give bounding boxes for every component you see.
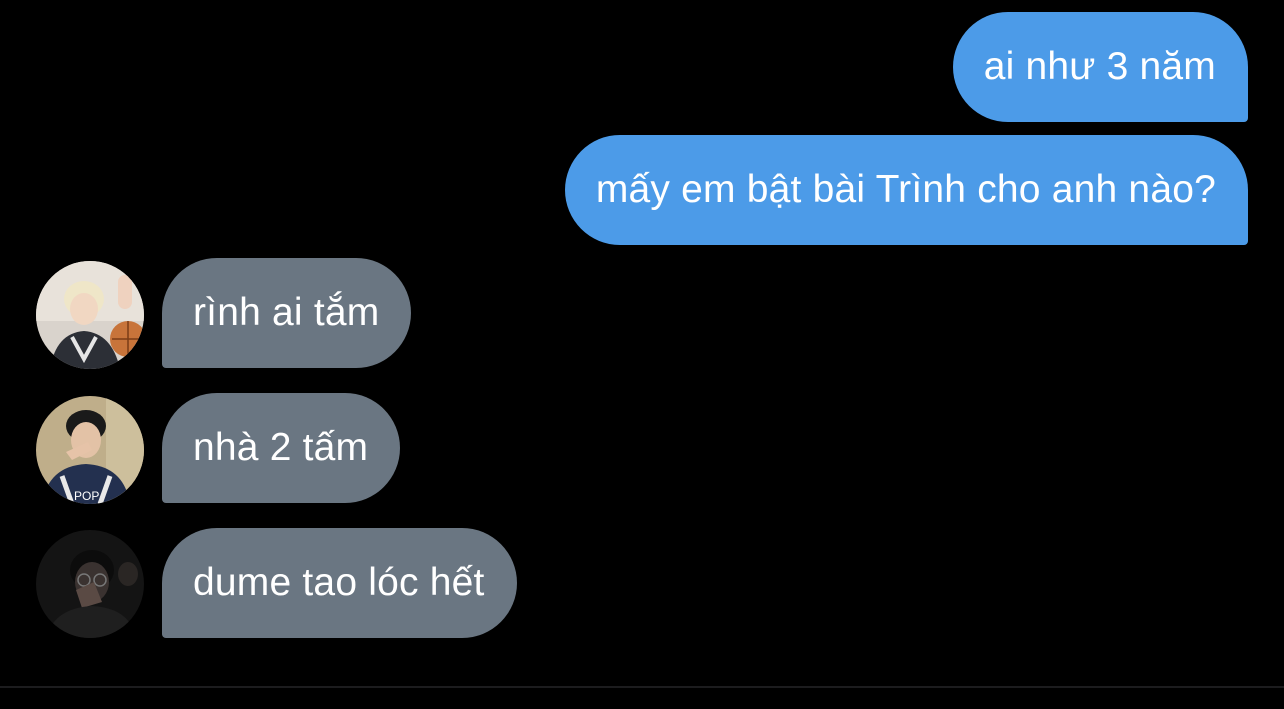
message-text: ai như 3 năm (983, 45, 1216, 88)
received-message-bubble[interactable]: dume tao lóc hết (162, 528, 517, 638)
message-text: dume tao lóc hết (193, 561, 485, 604)
sender-avatar[interactable] (36, 261, 144, 369)
sender-avatar[interactable]: POP (36, 396, 144, 504)
chat-thread: ai như 3 năm mấy em bật bài Trình cho an… (0, 0, 1284, 686)
received-message-bubble[interactable]: nhà 2 tấm (162, 393, 401, 503)
composer-divider (0, 686, 1284, 688)
received-message-bubble[interactable]: rình ai tắm (162, 258, 412, 368)
sent-message-bubble[interactable]: ai như 3 năm (952, 12, 1248, 122)
message-text: mấy em bật bài Trình cho anh nào? (595, 168, 1216, 211)
message-text: rình ai tắm (193, 291, 380, 334)
avatar-photo-icon (36, 261, 144, 369)
avatar-photo-icon (36, 530, 144, 638)
sender-avatar[interactable] (36, 530, 144, 638)
svg-text:POP: POP (74, 489, 99, 503)
message-text: nhà 2 tấm (193, 426, 369, 469)
sent-message-bubble[interactable]: mấy em bật bài Trình cho anh nào? (564, 135, 1248, 245)
avatar-photo-icon: POP (36, 396, 144, 504)
